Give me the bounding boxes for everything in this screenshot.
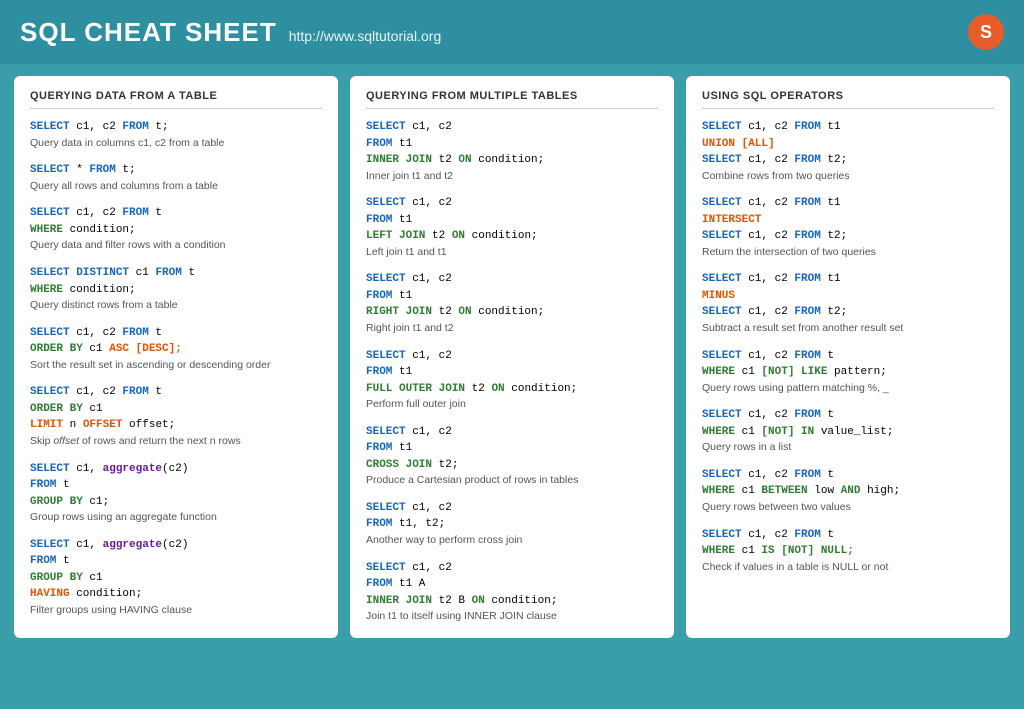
section-2-7: SELECT c1, c2 FROM t1 A INNER JOIN t2 B … — [366, 560, 658, 624]
section-2-2: SELECT c1, c2 FROM t1 LEFT JOIN t2 ON co… — [366, 195, 658, 259]
header: SQL CHEAT SHEET http://www.sqltutorial.o… — [0, 0, 1024, 64]
section-1-8: SELECT c1, aggregate(c2) FROM t GROUP BY… — [30, 537, 322, 618]
section-3-2: SELECT c1, c2 FROM t1 INTERSECT SELECT c… — [702, 195, 994, 259]
card-sql-operators: USING SQL OPERATORS SELECT c1, c2 FROM t… — [686, 76, 1010, 638]
card-title-2: QUERYING FROM MULTIPLE TABLES — [366, 90, 658, 109]
logo: S — [968, 14, 1004, 50]
section-1-7: SELECT c1, aggregate(c2) FROM t GROUP BY… — [30, 461, 322, 525]
card-title-3: USING SQL OPERATORS — [702, 90, 994, 109]
section-2-4: SELECT c1, c2 FROM t1 FULL OUTER JOIN t2… — [366, 348, 658, 412]
section-1-6: SELECT c1, c2 FROM t ORDER BY c1 LIMIT n… — [30, 384, 322, 448]
section-1-5: SELECT c1, c2 FROM t ORDER BY c1 ASC [DE… — [30, 325, 322, 373]
section-2-3: SELECT c1, c2 FROM t1 RIGHT JOIN t2 ON c… — [366, 271, 658, 335]
card-querying-table: QUERYING DATA FROM A TABLE SELECT c1, c2… — [14, 76, 338, 638]
section-3-6: SELECT c1, c2 FROM t WHERE c1 BETWEEN lo… — [702, 467, 994, 515]
card-querying-multiple: QUERYING FROM MULTIPLE TABLES SELECT c1,… — [350, 76, 674, 638]
section-3-5: SELECT c1, c2 FROM t WHERE c1 [NOT] IN v… — [702, 407, 994, 455]
section-3-1: SELECT c1, c2 FROM t1 UNION [ALL] SELECT… — [702, 119, 994, 183]
card-title-1: QUERYING DATA FROM A TABLE — [30, 90, 322, 109]
section-1-3: SELECT c1, c2 FROM t WHERE condition; Qu… — [30, 205, 322, 253]
section-2-1: SELECT c1, c2 FROM t1 INNER JOIN t2 ON c… — [366, 119, 658, 183]
section-1-2: SELECT * FROM t; Query all rows and colu… — [30, 162, 322, 193]
section-2-6: SELECT c1, c2 FROM t1, t2; Another way t… — [366, 500, 658, 548]
page-title: SQL CHEAT SHEET — [20, 17, 277, 48]
section-3-3: SELECT c1, c2 FROM t1 MINUS SELECT c1, c… — [702, 271, 994, 335]
section-3-4: SELECT c1, c2 FROM t WHERE c1 [NOT] LIKE… — [702, 348, 994, 396]
content-area: QUERYING DATA FROM A TABLE SELECT c1, c2… — [0, 64, 1024, 650]
section-1-4: SELECT DISTINCT c1 FROM t WHERE conditio… — [30, 265, 322, 313]
section-1-1: SELECT c1, c2 FROM t; Query data in colu… — [30, 119, 322, 150]
header-url: http://www.sqltutorial.org — [289, 28, 442, 44]
section-3-7: SELECT c1, c2 FROM t WHERE c1 IS [NOT] N… — [702, 527, 994, 575]
section-2-5: SELECT c1, c2 FROM t1 CROSS JOIN t2; Pro… — [366, 424, 658, 488]
